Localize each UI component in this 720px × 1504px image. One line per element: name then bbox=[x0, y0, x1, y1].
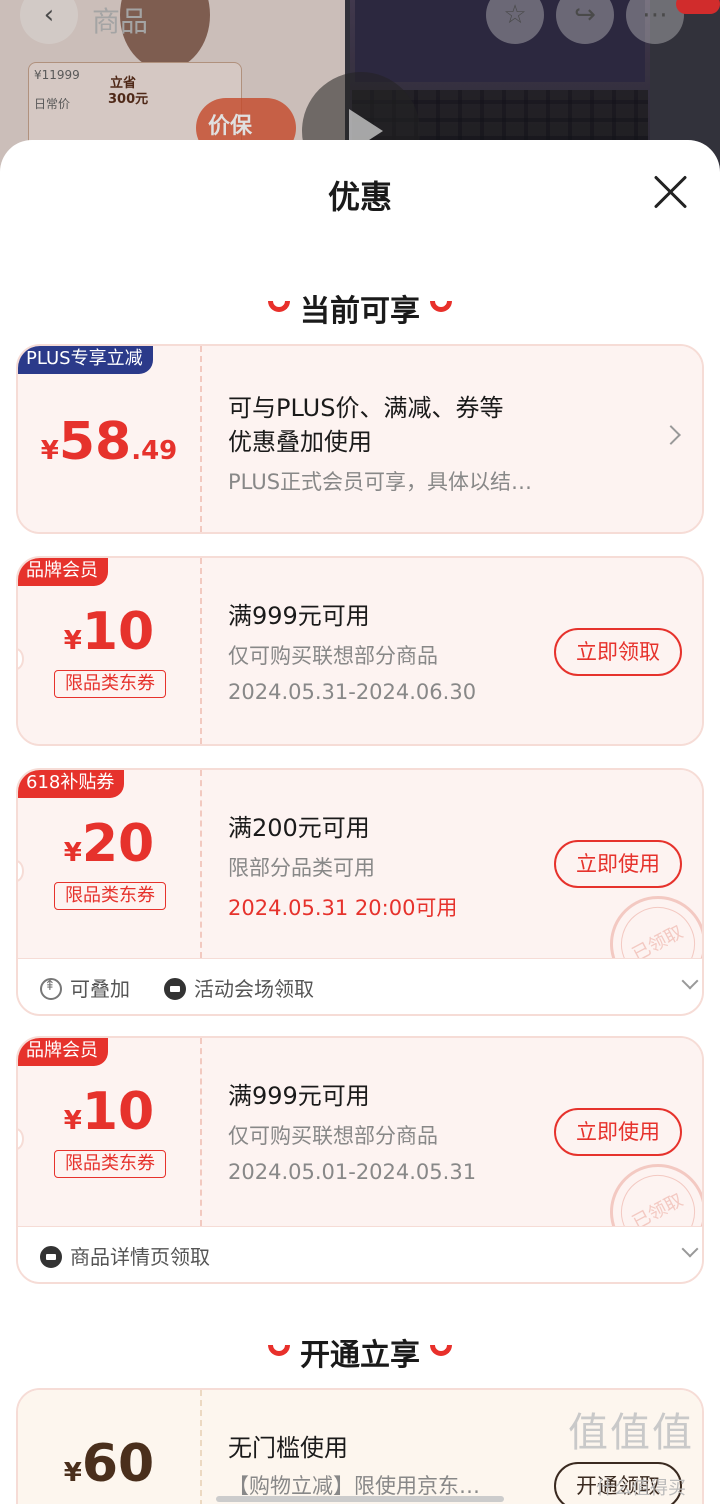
currency-symbol: ¥ bbox=[40, 436, 59, 466]
section-current-header: 当前可享 bbox=[0, 286, 720, 330]
coupon-desc-line1b: 优惠叠加使用 bbox=[228, 428, 372, 456]
coupon-card-plus[interactable]: PLUS专享立减 ¥58.49 可与PLUS价、满减、券等 优惠叠加使用 PLU… bbox=[16, 344, 704, 534]
ticket-icon bbox=[164, 977, 186, 1000]
use-now-button[interactable]: 立即使用 bbox=[554, 1108, 682, 1156]
home-indicator[interactable] bbox=[216, 1496, 504, 1502]
currency-symbol: ¥ bbox=[63, 626, 82, 656]
amount-value: 60 bbox=[81, 1434, 155, 1494]
section-open-header: 开通立享 bbox=[0, 1330, 720, 1374]
stackable-info: 可叠加 bbox=[40, 973, 130, 1002]
stackable-label: 可叠加 bbox=[70, 977, 130, 1001]
claim-button[interactable]: 立即领取 bbox=[554, 628, 682, 676]
smile-decoration-icon bbox=[268, 301, 290, 312]
source-label: 活动会场领取 bbox=[194, 977, 314, 1001]
coupon-tag: 品牌会员 bbox=[18, 1038, 108, 1066]
coupon-amount: ¥10 bbox=[18, 602, 200, 662]
coupon-threshold: 满999元可用 bbox=[228, 602, 370, 630]
source-info: 商品详情页领取 bbox=[40, 1241, 210, 1270]
coupon-threshold: 满999元可用 bbox=[228, 1082, 370, 1110]
coupon-body: 品牌会员 ¥10 限品类东券 满999元可用 仅可购买联想部分商品 2024.0… bbox=[18, 558, 702, 744]
coupon-body: 618补贴券 ¥20 限品类东券 满200元可用 限部分品类可用 2024.05… bbox=[18, 770, 702, 1009]
amount-value: 10 bbox=[81, 602, 155, 662]
coupon-type-tag: 限品类东券 bbox=[54, 1150, 166, 1178]
coupon-card-618: 618补贴券 ¥20 限品类东券 满200元可用 限部分品类可用 2024.05… bbox=[16, 768, 704, 1016]
chevron-down-icon[interactable] bbox=[681, 1240, 699, 1258]
coupon-divider bbox=[200, 1038, 202, 1226]
coupon-threshold: 无门槛使用 bbox=[228, 1434, 348, 1462]
source-label: 商品详情页领取 bbox=[70, 1245, 210, 1269]
amount-decimal: .49 bbox=[131, 436, 178, 466]
coupon-body: PLUS专享立减 ¥58.49 可与PLUS价、满减、券等 优惠叠加使用 PLU… bbox=[18, 346, 702, 532]
coupon-tag: 618补贴券 bbox=[18, 770, 125, 798]
currency-symbol: ¥ bbox=[63, 1458, 82, 1488]
coupon-divider bbox=[200, 558, 202, 744]
amount-value: 10 bbox=[81, 1082, 155, 1142]
source-info: 活动会场领取 bbox=[164, 973, 314, 1002]
coupon-type-tag: 限品类东券 bbox=[54, 670, 166, 698]
watermark-text: 什么值得买 bbox=[596, 1478, 686, 1499]
coupon-scope: 仅可购买联想部分商品 bbox=[228, 644, 438, 668]
coupon-amount: ¥58.49 bbox=[18, 412, 200, 472]
coupon-divider bbox=[200, 770, 202, 958]
coupon-body: 品牌会员 ¥10 限品类东券 满999元可用 仅可购买联想部分商品 2024.0… bbox=[18, 1038, 702, 1277]
section-current-label: 当前可享 bbox=[300, 294, 420, 329]
stack-icon bbox=[40, 977, 62, 1000]
smile-decoration-icon bbox=[268, 1345, 290, 1356]
currency-symbol: ¥ bbox=[63, 838, 82, 868]
watermark-logo: 值值值 bbox=[568, 1410, 694, 1456]
coupon-desc-line2: PLUS正式会员可享，具体以结… bbox=[228, 470, 533, 494]
coupon-amount: ¥10 bbox=[18, 1082, 200, 1142]
section-open-label: 开通立享 bbox=[300, 1338, 420, 1373]
smile-decoration-icon bbox=[430, 1345, 452, 1356]
coupon-amount: ¥60 bbox=[18, 1434, 200, 1494]
coupon-validity: 2024.05.31-2024.06.30 bbox=[228, 680, 477, 704]
coupon-desc-line1: 可与PLUS价、满减、券等 bbox=[228, 394, 504, 422]
coupon-divider bbox=[200, 1390, 202, 1504]
coupon-tag: PLUS专享立减 bbox=[18, 346, 153, 374]
coupon-scope: 限部分品类可用 bbox=[228, 856, 375, 880]
coupon-validity: 2024.05.01-2024.05.31 bbox=[228, 1160, 477, 1184]
currency-symbol: ¥ bbox=[63, 1106, 82, 1136]
coupon-validity: 2024.05.31 20:00可用 bbox=[228, 896, 458, 920]
coupon-amount: ¥20 bbox=[18, 814, 200, 874]
coupon-divider bbox=[200, 346, 202, 532]
use-now-button[interactable]: 立即使用 bbox=[554, 840, 682, 888]
amount-value: 58 bbox=[58, 412, 132, 472]
coupon-tag: 品牌会员 bbox=[18, 558, 108, 586]
close-icon[interactable] bbox=[650, 172, 690, 212]
coupon-card-brand-1: 品牌会员 ¥10 限品类东券 满999元可用 仅可购买联想部分商品 2024.0… bbox=[16, 556, 704, 746]
coupon-threshold: 满200元可用 bbox=[228, 814, 370, 842]
sheet-title: 优惠 bbox=[327, 178, 392, 216]
smile-decoration-icon bbox=[430, 301, 452, 312]
coupon-card-brand-2: 品牌会员 ¥10 限品类东券 满999元可用 仅可购买联想部分商品 2024.0… bbox=[16, 1036, 704, 1284]
chevron-down-icon[interactable] bbox=[681, 972, 699, 990]
chevron-right-icon[interactable] bbox=[661, 425, 681, 445]
coupon-scope: 仅可购买联想部分商品 bbox=[228, 1124, 438, 1148]
coupon-footer[interactable]: 可叠加 活动会场领取 bbox=[18, 958, 702, 1014]
coupon-footer[interactable]: 商品详情页领取 bbox=[18, 1226, 702, 1282]
discount-sheet: 优惠 当前可享 PLUS专享立减 ¥58.49 可与PLUS价、满减、券等 优惠… bbox=[0, 140, 720, 1504]
coupon-type-tag: 限品类东券 bbox=[54, 882, 166, 910]
amount-value: 20 bbox=[81, 814, 155, 874]
ticket-icon bbox=[40, 1245, 62, 1268]
